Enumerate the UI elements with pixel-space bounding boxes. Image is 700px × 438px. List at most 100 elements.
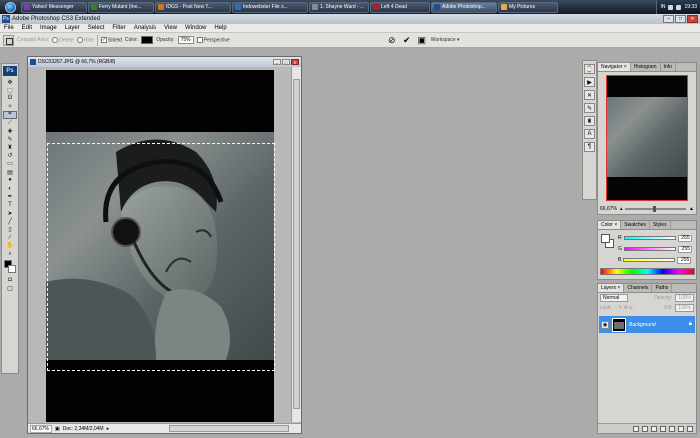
tab-info[interactable]: Info: [661, 63, 676, 71]
perspective-checkbox[interactable]: Perspective: [196, 36, 230, 43]
tab-layers[interactable]: Layers ×: [598, 284, 625, 292]
paragraph-icon[interactable]: ¶: [584, 142, 595, 152]
zoom-tool-icon[interactable]: ⌕: [3, 250, 17, 258]
blue-value[interactable]: 255: [677, 256, 692, 264]
taskbar-item-shayne[interactable]: 1. Shayne Ward - ...: [309, 1, 369, 13]
eraser-tool-icon[interactable]: ▭: [3, 160, 17, 168]
character-icon[interactable]: A: [584, 129, 595, 139]
tab-paths[interactable]: Paths: [652, 284, 673, 292]
slice-tool-icon[interactable]: ⟋: [3, 119, 17, 127]
zoom-field[interactable]: 66,67%: [30, 424, 52, 433]
marquee-tool-icon[interactable]: ⬚: [3, 86, 17, 94]
notes-tool-icon[interactable]: ▯: [3, 225, 17, 233]
pen-tool-icon[interactable]: ✒: [3, 193, 17, 201]
link-layers-icon[interactable]: [633, 425, 639, 432]
dodge-tool-icon[interactable]: ◐: [3, 184, 17, 192]
brush-tool-icon[interactable]: ✎: [3, 135, 17, 143]
zoom-in-icon[interactable]: ▲: [689, 206, 694, 212]
shape-tool-icon[interactable]: ╱: [3, 217, 17, 225]
start-button[interactable]: [0, 0, 20, 14]
menu-select[interactable]: Select: [84, 25, 109, 31]
close-button[interactable]: ✕: [687, 15, 698, 23]
tab-navigator[interactable]: Navigator ×: [598, 63, 631, 71]
adjustment-layer-icon[interactable]: [660, 425, 666, 432]
tab-color[interactable]: Color ×: [598, 221, 622, 229]
clock[interactable]: 19:33: [684, 4, 697, 10]
green-slider[interactable]: [623, 247, 676, 251]
screen-mode-icon[interactable]: ▢: [3, 284, 17, 292]
navigator-thumbnail[interactable]: [606, 75, 688, 201]
status-menu-icon[interactable]: ▣: [55, 426, 60, 432]
blend-mode-select[interactable]: Normal: [600, 294, 628, 302]
group-icon[interactable]: [669, 425, 675, 432]
fill-field[interactable]: 100%: [675, 304, 694, 312]
blue-slider[interactable]: [623, 258, 676, 262]
tab-channels[interactable]: Channels: [624, 284, 653, 292]
tool-presets-icon[interactable]: ✕: [584, 90, 595, 100]
quick-mask-icon[interactable]: ◘: [3, 276, 17, 284]
color-spectrum[interactable]: [600, 268, 695, 275]
zoom-out-icon[interactable]: ▴: [620, 206, 623, 212]
status-arrow-icon[interactable]: ▸: [107, 426, 110, 432]
lock-icon[interactable]: ▫ ✎ ✥ ◘: [615, 305, 632, 311]
doc-maximize-button[interactable]: □: [282, 59, 290, 65]
doc-minimize-button[interactable]: –: [273, 59, 281, 65]
menu-view[interactable]: View: [160, 25, 181, 31]
red-value[interactable]: 255: [677, 234, 692, 242]
move-tool-icon[interactable]: ✥: [3, 78, 17, 86]
taskbar-item-photoshop[interactable]: Adobe Photoshop...: [431, 1, 497, 13]
menu-edit[interactable]: Edit: [18, 25, 36, 31]
maximize-button[interactable]: □: [675, 15, 686, 23]
taskbar-item-idgs[interactable]: IDGS - Post New T...: [155, 1, 231, 13]
opacity-field[interactable]: 75%: [177, 36, 194, 44]
tool-preset-picker[interactable]: [3, 34, 14, 46]
menu-window[interactable]: Window: [181, 25, 210, 31]
lasso-tool-icon[interactable]: ʘ: [3, 94, 17, 102]
clone-source-icon[interactable]: ♜: [584, 116, 595, 126]
menu-image[interactable]: Image: [36, 25, 61, 31]
hide-radio[interactable]: Hide: [76, 36, 94, 43]
menu-file[interactable]: File: [0, 25, 18, 31]
shield-color-swatch[interactable]: [141, 36, 154, 44]
menu-analysis[interactable]: Analysis: [130, 25, 160, 31]
workspace-menu[interactable]: Workspace ▾: [431, 37, 460, 43]
tab-swatches[interactable]: Swatches: [621, 221, 650, 229]
canvas-area[interactable]: [28, 67, 293, 422]
magic-wand-tool-icon[interactable]: ✧: [3, 103, 17, 111]
navigator-view-box[interactable]: [606, 75, 688, 201]
minimize-button[interactable]: –: [663, 15, 674, 23]
menu-layer[interactable]: Layer: [61, 25, 84, 31]
layer-style-icon[interactable]: [642, 425, 648, 432]
menu-filter[interactable]: Filter: [108, 25, 129, 31]
gradient-tool-icon[interactable]: ▤: [3, 168, 17, 176]
scroll-thumb[interactable]: [293, 79, 300, 409]
layer-row-background[interactable]: ◉ Background 🔒︎: [599, 316, 695, 333]
blur-tool-icon[interactable]: ●: [3, 176, 17, 184]
taskbar-item-indowebster[interactable]: Indowebster File s...: [232, 1, 308, 13]
history-icon[interactable]: ⌚: [584, 64, 595, 74]
network-icon[interactable]: [668, 4, 674, 10]
background-color[interactable]: [8, 265, 16, 274]
shield-checkbox[interactable]: ✓ Shield: [101, 36, 122, 43]
vertical-scrollbar[interactable]: [291, 67, 301, 422]
navigator-zoom-value[interactable]: 66,67%: [600, 206, 617, 212]
eye-icon[interactable]: ◉: [601, 320, 609, 329]
taskbar-item-mypictures[interactable]: My Pictures: [498, 1, 558, 13]
volume-icon[interactable]: [676, 4, 682, 10]
layer-mask-icon[interactable]: [651, 425, 657, 432]
taskbar-item-left4dead[interactable]: Left 4 Dead: [370, 1, 430, 13]
language-indicator[interactable]: IN: [660, 4, 665, 10]
delete-radio[interactable]: Delete: [52, 36, 74, 43]
green-value[interactable]: 255: [677, 245, 692, 253]
history-brush-icon[interactable]: ↺: [3, 152, 17, 160]
panel-foreground-color[interactable]: [601, 234, 610, 243]
layer-opacity-field[interactable]: 100%: [675, 294, 694, 302]
healing-brush-icon[interactable]: ✚: [3, 127, 17, 135]
crop-tool-icon[interactable]: ⌗: [3, 110, 17, 119]
commit-crop-icon[interactable]: ✔: [401, 35, 413, 46]
type-tool-icon[interactable]: T: [3, 201, 17, 209]
new-layer-icon[interactable]: [678, 425, 684, 432]
actions-icon[interactable]: ▶: [584, 77, 595, 87]
red-slider[interactable]: [623, 236, 676, 240]
bridge-icon[interactable]: ▣: [416, 35, 428, 46]
